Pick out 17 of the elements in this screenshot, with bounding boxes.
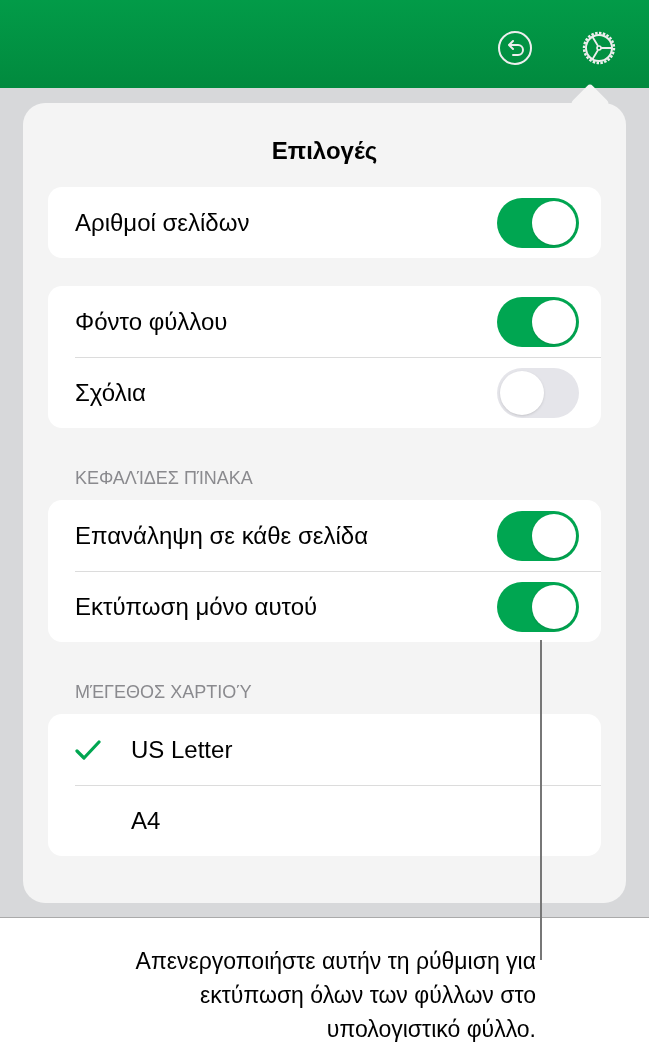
paper-size-option[interactable]: A4	[131, 803, 161, 839]
section-header: ΚΕΦΑΛΊΔΕΣ ΠΊΝΑΚΑ	[75, 467, 253, 490]
toggle-switch[interactable]	[497, 582, 579, 632]
section-header: ΜΈΓΕΘΟΣ ΧΑΡΤΙΟΎ	[75, 681, 252, 704]
toggle-switch[interactable]	[497, 296, 579, 347]
setting-label: Φόντο φύλλου	[75, 306, 228, 337]
toggle-switch[interactable]	[497, 510, 579, 561]
setting-label: Επανάληψη σε κάθε σελίδα	[75, 520, 368, 551]
toggle-switch[interactable]	[497, 197, 579, 248]
callout-text: Απενεργοποιήστε αυτήν τη ρύθμιση για εκτύπωση όλων των φύλλων στο υπολογιστικό φύλλο.	[134, 947, 536, 1044]
paper-size-option[interactable]: US Letter	[131, 731, 233, 768]
setting-label: Αριθμοί σελίδων	[75, 207, 250, 238]
setting-label: Σχόλια	[75, 378, 146, 408]
popover-title: Επιλογές	[271, 136, 378, 166]
toggle-switch[interactable]	[497, 368, 579, 418]
undo-icon[interactable]	[497, 30, 533, 66]
setting-label: Εκτύπωση μόνο αυτού	[75, 592, 318, 622]
